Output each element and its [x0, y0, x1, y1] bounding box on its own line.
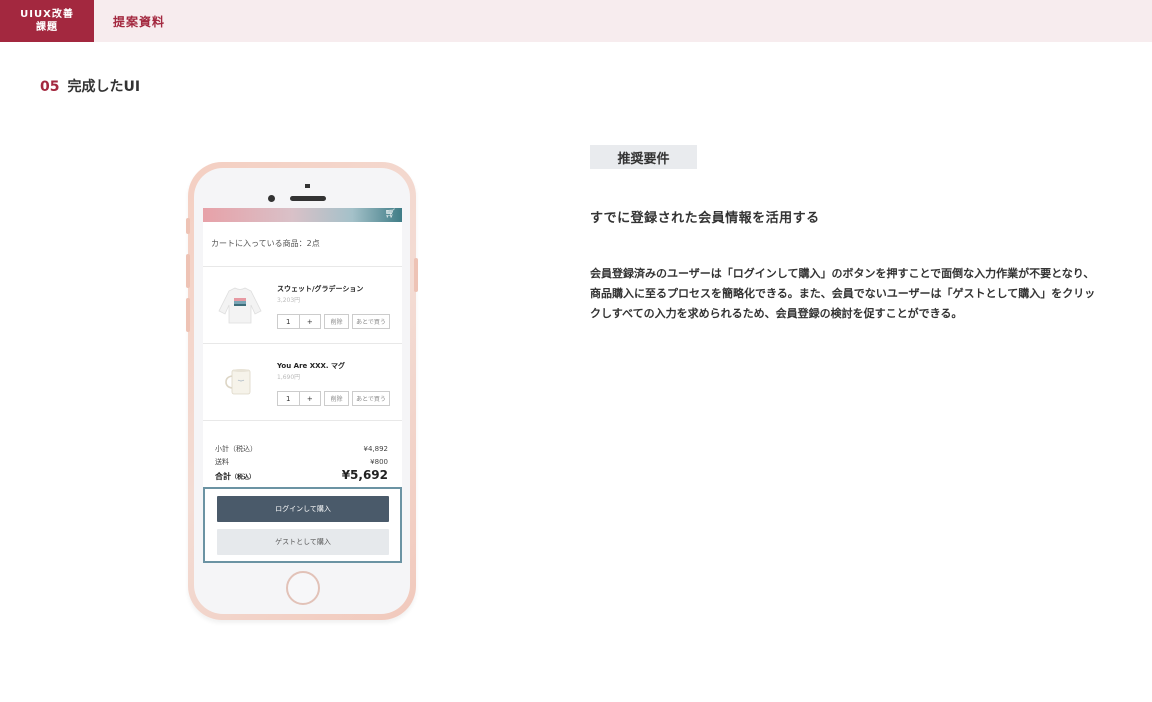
phone-camera: [268, 195, 275, 202]
phone-sensor: [305, 184, 310, 188]
quantity-value: 1: [286, 394, 291, 403]
mug-image: [225, 369, 251, 395]
requirement-heading: すでに登録された会員情報を活用する: [590, 211, 820, 226]
item-name: スウェット/グラデーション: [277, 285, 364, 293]
section-number: 05: [40, 79, 60, 95]
phone-screen: 🛒︎ カートに入っている商品：2点 スウェット/グラデーション 3,203円 1…: [203, 208, 402, 563]
phone-home-button: [286, 571, 320, 605]
badge-line-2: 課題: [36, 22, 58, 33]
phone-power-button: [414, 258, 418, 292]
phone-side-button: [186, 218, 190, 234]
buy-later-button[interactable]: あとで買う: [352, 391, 390, 406]
top-bar: UIUX改善 課題 提案資料: [0, 0, 1152, 42]
cart-icon[interactable]: 🛒︎: [385, 209, 396, 219]
total-label-group: 合計（税込）: [215, 470, 255, 484]
item-controls: 1 + 削除 あとで買う: [277, 391, 390, 406]
total-row: 合計（税込） ¥5,692: [215, 469, 388, 484]
subtotal-row: 小計（税込） ¥4,892: [215, 443, 388, 456]
section-heading: 05 完成したUI: [40, 76, 140, 96]
buy-later-button[interactable]: あとで買う: [352, 314, 390, 329]
sweatshirt-image: [218, 287, 262, 324]
increment-button[interactable]: +: [298, 315, 321, 328]
phone-speaker: [290, 196, 326, 201]
quantity-stepper[interactable]: 1 +: [277, 314, 321, 329]
section-title: 完成したUI: [67, 79, 141, 95]
item-controls: 1 + 削除 あとで買う: [277, 314, 390, 329]
item-price: 3,203円: [277, 297, 301, 304]
subtotal-label: 小計（税込）: [215, 445, 257, 453]
total-value: ¥5,692: [341, 468, 388, 482]
checkout-buttons-highlight: ログインして購入 ゲストとして購入: [203, 487, 402, 563]
document-title: 提案資料: [113, 15, 166, 29]
delete-button[interactable]: 削除: [324, 314, 349, 329]
app-header: 🛒︎: [203, 208, 402, 222]
requirement-tag: 推奨要件: [590, 145, 697, 169]
item-name: You Are XXX. マグ: [277, 362, 345, 370]
cart-item: スウェット/グラデーション 3,203円 1 + 削除 あとで買う: [203, 267, 402, 343]
phone-volume-down-button: [186, 298, 190, 332]
phone-volume-up-button: [186, 254, 190, 288]
delete-button[interactable]: 削除: [324, 391, 349, 406]
total-label: 合計: [215, 472, 231, 481]
quantity-stepper[interactable]: 1 +: [277, 391, 321, 406]
cart-item: You Are XXX. マグ 1,690円 1 + 削除 あとで買う: [203, 344, 402, 420]
guest-purchase-button[interactable]: ゲストとして購入: [217, 529, 389, 555]
quantity-value: 1: [286, 317, 291, 326]
login-purchase-button[interactable]: ログインして購入: [217, 496, 389, 522]
subtotal-value: ¥4,892: [363, 445, 389, 453]
badge-line-1: UIUX改善: [20, 9, 74, 20]
total-tax-note: （税込）: [231, 474, 256, 481]
shipping-label: 送料: [215, 458, 229, 466]
increment-button[interactable]: +: [298, 392, 321, 405]
item-price: 1,690円: [277, 374, 301, 381]
category-badge: UIUX改善 課題: [0, 0, 94, 42]
cart-count: カートに入っている商品：2点: [211, 239, 320, 248]
requirement-description: 会員登録済みのユーザーは「ログインして購入」のボタンを押すことで面倒な入力作業が…: [590, 267, 1096, 320]
